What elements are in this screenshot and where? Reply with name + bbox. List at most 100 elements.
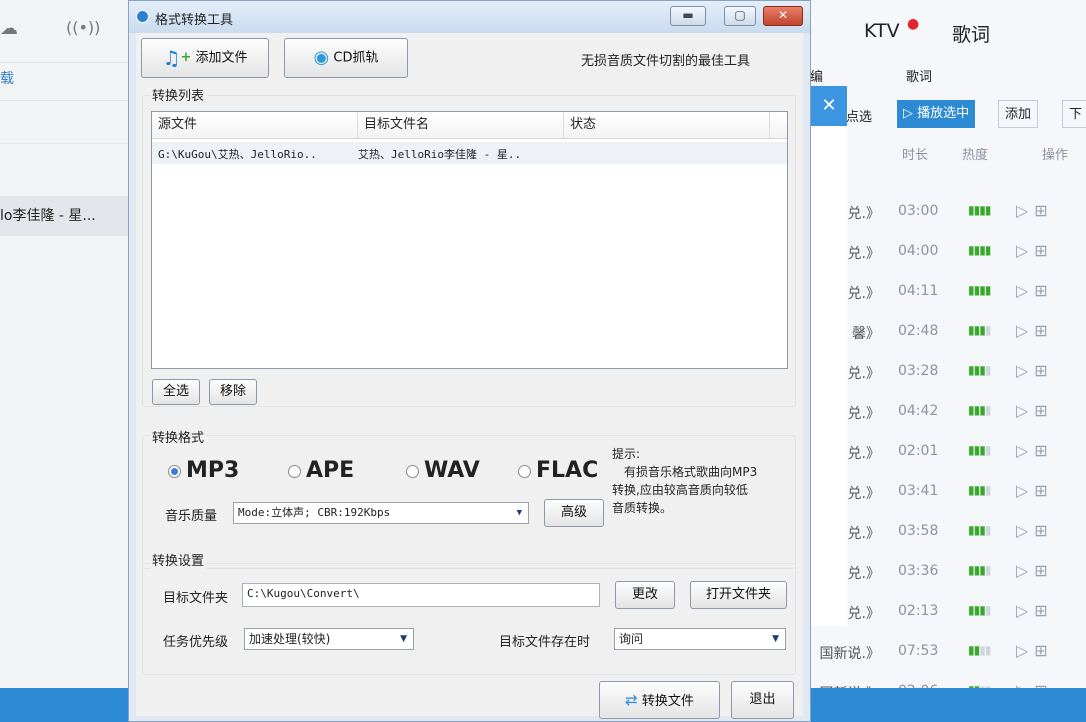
col-status[interactable]: 状态 [564,112,770,138]
format-convert-dialog: 格式转换工具 ▬ ▢ ✕ ♫+ 添加文件 ◉ CD抓轨 无损音质文件切割的最佳工… [128,0,811,722]
app-icon [136,10,149,23]
track-actions[interactable]: ▷⊞ [1016,561,1054,580]
radio-dot [518,465,531,478]
table-row[interactable]: 兑.》 04:11 ▮▮▮▮ ▷⊞ [810,272,1086,312]
cd-rip-button[interactable]: ◉ CD抓轨 [284,38,408,78]
lyrics-tab[interactable]: 歌词 [952,20,990,47]
quality-select[interactable]: Mode:立体声; CBR:192Kbps ▼ [233,502,529,524]
background-player-right: KTV ● 歌词 编 歌词 点选 ▷ 播放选中 添加 下 时长 热度 操作 兑.… [810,0,1086,722]
left-list-item[interactable]: lo李佳隆 - 星... [0,196,135,236]
music-file-icon: ♫ [162,46,181,70]
heat-bars-icon: ▮▮▮▮ [968,283,991,297]
open-folder-button[interactable]: 打开文件夹 [690,581,787,609]
heat-bars-icon: ▮▮▮▮ [968,563,991,577]
right-toolbar: 点选 ▷ 播放选中 添加 下 [810,94,1086,134]
track-duration: 04:42 [898,403,939,419]
right-bottom-bar [810,688,1086,722]
chevron-down-icon: ▼ [772,634,779,644]
left-topbar: ☁ ((•)) [0,0,135,63]
track-actions[interactable]: ▷⊞ [1016,521,1054,540]
dialog-titlebar[interactable]: 格式转换工具 ▬ ▢ ✕ [129,1,810,33]
chevron-down-icon: ▼ [516,508,522,518]
col-source[interactable]: 源文件 [152,112,358,138]
track-actions[interactable]: ▷⊞ [1016,241,1054,260]
track-actions[interactable]: ▷⊞ [1016,441,1054,460]
track-actions[interactable]: ▷⊞ [1016,321,1054,340]
chevron-down-icon: ▼ [400,634,407,644]
select-all-button[interactable]: 全选 [152,379,200,405]
convert-label: 转换文件 [641,694,694,709]
track-actions[interactable]: ▷⊞ [1016,361,1054,380]
tip-line-2: 转换,应由较高音质向较低 [612,483,748,497]
table-row[interactable]: 馨》 02:48 ▮▮▮▮ ▷⊞ [810,312,1086,352]
target-folder-input[interactable]: C:\Kugou\Convert\ [242,583,600,607]
subtab-edit[interactable]: 编 [810,66,823,85]
add-file-label: 添加文件 [195,50,248,66]
radio-dot [288,465,301,478]
table-row[interactable]: 兑.》 03:58 ▮▮▮▮ ▷⊞ [810,512,1086,552]
table-row[interactable]: 国新说.》 07:53 ▮▮▮▮ ▷⊞ [810,632,1086,672]
table-row[interactable]: 兑.》 03:00 ▮▮▮▮ ▷⊞ [810,192,1086,232]
table-row[interactable]: 兑.》 04:00 ▮▮▮▮ ▷⊞ [810,232,1086,272]
track-actions[interactable]: ▷⊞ [1016,601,1054,620]
row-source: G:\KuGou\艾热、JelloRio.. [158,148,317,161]
track-duration: 02:01 [898,443,939,459]
track-table-header: 时长 热度 操作 [810,134,1086,170]
track-actions[interactable]: ▷⊞ [1016,281,1054,300]
priority-select[interactable]: 加速处理(较快) ▼ [244,628,414,650]
remove-button[interactable]: 移除 [209,379,257,405]
maximize-button[interactable]: ▢ [724,6,756,26]
radio-dot [168,465,181,478]
exists-value: 询问 [619,632,644,646]
play-selected-button[interactable]: ▷ 播放选中 [897,100,976,128]
track-duration: 03:00 [898,203,939,219]
ktv-tab[interactable]: KTV [864,20,900,42]
table-row[interactable]: G:\KuGou\艾热、JelloRio.. 艾热、JelloRio李佳隆 - … [152,142,787,164]
heat-bars-icon: ▮▮▮▮ [968,443,991,457]
dialog-content: ♫+ 添加文件 ◉ CD抓轨 无损音质文件切割的最佳工具 转换列表 源文件 目标… [136,33,803,719]
change-button[interactable]: 更改 [615,581,675,609]
list-header: 源文件 目标文件名 状态 [152,112,787,139]
radio-mp3-label: MP3 [186,458,240,483]
track-duration: 04:11 [898,283,939,299]
col-target[interactable]: 目标文件名 [358,112,564,138]
heat-bars-icon: ▮▮▮▮ [968,203,991,217]
tip-line-3: 音质转换。 [612,501,673,515]
exists-select[interactable]: 询问 ▼ [614,628,786,650]
advanced-button[interactable]: 高级 [544,499,604,527]
table-row[interactable]: 兑.》 02:13 ▮▮▮▮ ▷⊞ [810,592,1086,632]
tip-title: 提示: [612,447,641,461]
track-actions[interactable]: ▷⊞ [1016,401,1054,420]
table-row[interactable]: 兑.》 03:36 ▮▮▮▮ ▷⊞ [810,552,1086,592]
table-row[interactable]: 兑.》 04:42 ▮▮▮▮ ▷⊞ [810,392,1086,432]
left-link[interactable]: 载 [0,68,135,88]
track-duration: 03:28 [898,363,939,379]
track-actions[interactable]: ▷⊞ [1016,641,1054,660]
subtab-lyrics[interactable]: 歌词 [906,66,932,85]
radio-wav-label: WAV [424,458,480,483]
right-header: KTV ● 歌词 [810,0,1086,62]
table-row[interactable]: 兑.》 02:01 ▮▮▮▮ ▷⊞ [810,432,1086,472]
table-row[interactable]: 兑.》 03:41 ▮▮▮▮ ▷⊞ [810,472,1086,512]
track-actions[interactable]: ▷⊞ [1016,201,1054,220]
cloud-icon[interactable]: ☁ [0,18,18,39]
settings-group-title: 转换设置 [150,550,207,569]
add-button[interactable]: 添加 [998,100,1039,128]
convert-file-list[interactable]: 源文件 目标文件名 状态 G:\KuGou\艾热、JelloRio.. 艾热、J… [151,111,788,369]
minimize-button[interactable]: ▬ [670,6,706,26]
table-row[interactable]: 兑.》 03:28 ▮▮▮▮ ▷⊞ [810,352,1086,392]
close-button[interactable]: ✕ [763,6,803,26]
radio-icon[interactable]: ((•)) [66,18,100,37]
close-icon[interactable]: ✕ [811,86,847,126]
exit-button[interactable]: 退出 [731,681,794,719]
ktv-dot-icon: ● [907,16,920,32]
track-actions[interactable]: ▷⊞ [1016,481,1054,500]
radio-dot [406,465,419,478]
convert-button[interactable]: ⇄ 转换文件 [599,681,720,719]
toolbar-partial-label[interactable]: 点选 [846,106,872,125]
heat-bars-icon: ▮▮▮▮ [968,603,991,617]
convert-icon: ⇄ [625,691,638,709]
add-file-button[interactable]: ♫+ 添加文件 [141,38,269,78]
heat-bars-icon: ▮▮▮▮ [968,483,991,497]
next-button[interactable]: 下 [1062,100,1086,128]
